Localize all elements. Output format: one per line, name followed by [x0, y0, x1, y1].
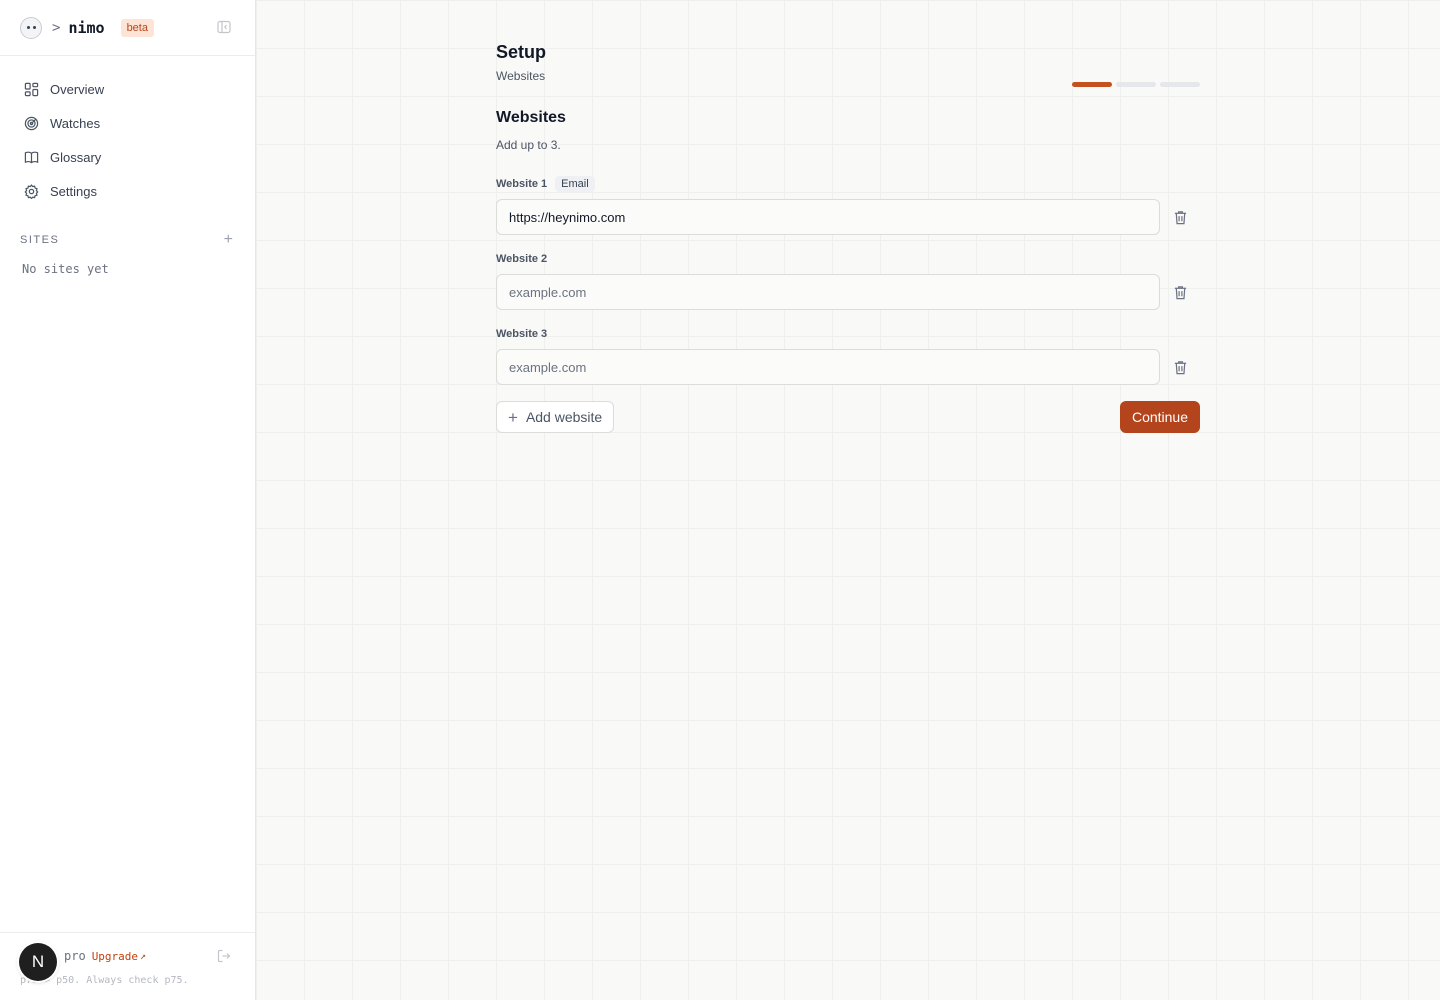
delete-website-3-button[interactable]	[1160, 349, 1200, 385]
page-subtitle: Websites	[496, 69, 546, 83]
logout-icon[interactable]	[217, 949, 231, 963]
trash-icon	[1174, 285, 1186, 299]
sites-empty-state: No sites yet	[22, 262, 109, 276]
add-website-label: Add website	[525, 409, 603, 425]
progress-step-2	[1116, 82, 1156, 87]
website-field-3: Website 3	[496, 324, 1200, 385]
website-2-input[interactable]	[496, 274, 1160, 310]
page-title: Setup	[496, 42, 547, 62]
trash-icon	[1174, 210, 1186, 224]
continue-button[interactable]: Continue	[1119, 401, 1200, 433]
sidebar-item-glossary[interactable]: Glossary	[12, 140, 243, 174]
sidebar-item-overview[interactable]: Overview	[12, 72, 243, 106]
sidebar-item-label: Watches	[50, 115, 101, 131]
field-label: Website 2	[496, 253, 548, 265]
website-field-1: Website 1 Email	[496, 174, 1200, 235]
sidebar: > nimo beta Overview Watches Glossary Se…	[0, 0, 256, 1000]
website-field-2: Website 2	[496, 249, 1200, 310]
sidebar-footer: N pro Upgrade ↗ p75 > p50. Always check …	[0, 932, 255, 1000]
add-site-button[interactable]: +	[224, 232, 233, 248]
plus-icon: +	[508, 407, 518, 427]
brand-prompt: >	[52, 19, 61, 36]
sidebar-item-label: Overview	[50, 81, 105, 97]
form-actions: + Add website Continue	[496, 401, 1200, 433]
logo-icon	[20, 16, 42, 39]
upgrade-link[interactable]: Upgrade	[92, 950, 138, 963]
trash-icon	[1174, 360, 1186, 374]
brand-name: nimo	[68, 18, 105, 37]
avatar[interactable]: N	[19, 943, 57, 981]
website-fields: Website 1 Email https://heynimo.com Webs…	[496, 174, 1200, 385]
gear-icon	[24, 183, 39, 199]
website-3-input[interactable]	[496, 349, 1160, 385]
website-1-input[interactable]	[496, 199, 1160, 235]
delete-website-2-button[interactable]	[1160, 274, 1200, 310]
delete-website-1-button[interactable]	[1160, 199, 1200, 235]
field-label: Website 1	[496, 178, 548, 190]
add-website-button[interactable]: + Add website	[496, 401, 615, 433]
setup-content: Setup Websites Websites Add up to 3. Web…	[496, 42, 1200, 433]
grid-icon	[24, 82, 39, 96]
plan-line: pro Upgrade ↗	[64, 949, 146, 963]
email-tag: Email	[555, 176, 595, 192]
section-subtitle: Add up to 3.	[496, 138, 561, 152]
radar-icon	[24, 116, 39, 130]
section-title: Websites	[496, 109, 566, 126]
sidebar-collapse-icon[interactable]	[217, 20, 231, 34]
step-progress	[1072, 82, 1200, 87]
brand-header: > nimo beta	[0, 0, 255, 56]
beta-badge: beta	[120, 18, 154, 37]
sites-title: SITES	[20, 234, 60, 246]
progress-step-3	[1160, 82, 1200, 87]
sidebar-item-settings[interactable]: Settings	[12, 174, 243, 208]
external-link-icon: ↗	[140, 950, 147, 962]
main-area: Setup Websites Websites Add up to 3. Web…	[256, 0, 1440, 1000]
sidebar-nav: Overview Watches Glossary Settings	[0, 56, 255, 208]
sidebar-item-watches[interactable]: Watches	[12, 106, 243, 140]
sidebar-item-label: Glossary	[50, 149, 102, 165]
sites-header: SITES +	[0, 232, 255, 248]
field-label: Website 3	[496, 328, 548, 340]
plan-label: pro	[64, 949, 86, 963]
sidebar-item-label: Settings	[50, 183, 97, 199]
book-icon	[24, 151, 39, 163]
progress-step-1	[1072, 82, 1112, 87]
